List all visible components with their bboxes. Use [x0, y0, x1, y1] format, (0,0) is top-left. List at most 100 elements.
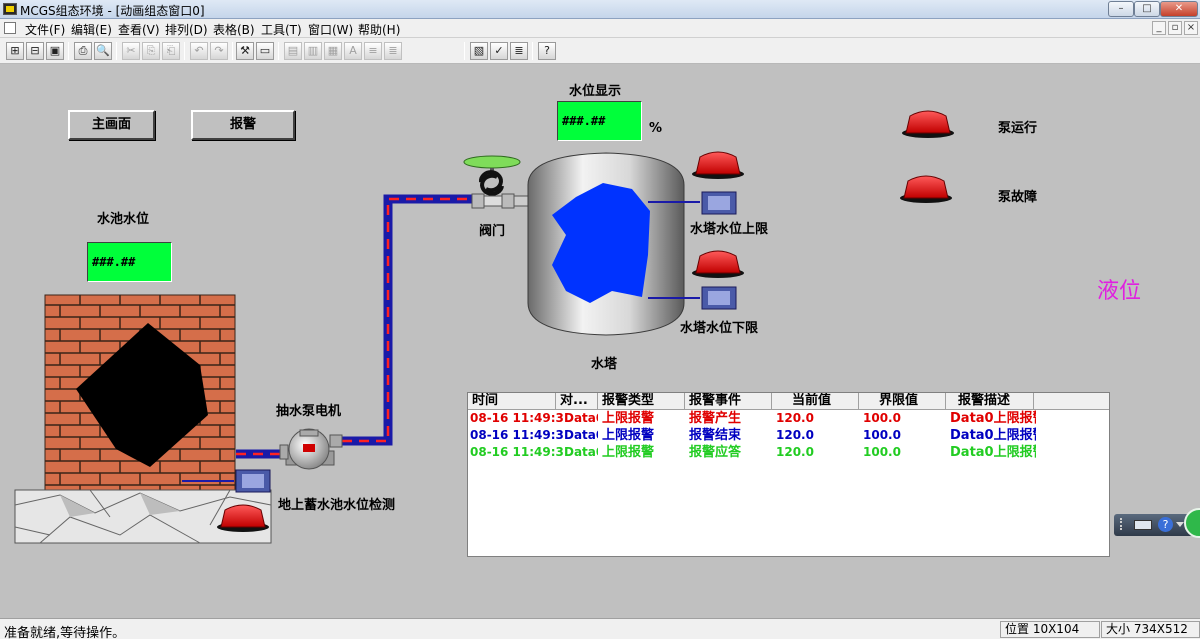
chevron-down-icon[interactable]: [1176, 522, 1184, 527]
alarm-object: Data0: [564, 411, 598, 425]
valve-label: 阀门: [479, 224, 506, 239]
menu-file[interactable]: 文件(F): [25, 21, 65, 38]
upper-limit-label: 水塔水位上限: [690, 222, 769, 237]
menu-window[interactable]: 窗口(W): [308, 21, 353, 38]
toolbar-separator: [184, 42, 185, 60]
undo-icon[interactable]: ↶: [190, 42, 208, 60]
toolbar-separator: [68, 42, 69, 60]
alarm-current: 120.0: [776, 445, 814, 459]
alarm-time: 08-16 11:49:31.: [470, 445, 564, 459]
menu-edit[interactable]: 编辑(E): [71, 21, 112, 38]
col-alarm-type[interactable]: 报警类型: [598, 393, 685, 410]
document-icon[interactable]: [4, 22, 16, 34]
maximize-button[interactable]: □: [1134, 1, 1160, 17]
alarm-time: 08-16 11:49:31.: [470, 411, 564, 425]
design-canvas[interactable]: 主画面 报警 水位显示 ###.## % 水池水位 ###.## 阀门 水塔 水…: [0, 65, 1200, 618]
col-alarm-desc[interactable]: 报警描述: [946, 393, 1034, 410]
alarm-button[interactable]: 报警: [191, 110, 295, 140]
liquid-level-label: 液位: [1097, 279, 1142, 304]
font-icon[interactable]: A: [344, 42, 362, 60]
pump-motor[interactable]: [279, 428, 343, 470]
pump-fault-label: 泵故障: [998, 190, 1038, 205]
line-type-icon[interactable]: ▦: [324, 42, 342, 60]
save-icon[interactable]: ▣: [46, 42, 64, 60]
toolbar: ⊞ ⊟ ▣ ⎙ 🔍 ✂ ⎘ ⎗ ↶ ↷ ⚒ ▭ ▤ ▥ ▦ A ≡ ≣ ▧ ✓ …: [0, 38, 1200, 64]
mcgs-window: MCGS组态环境 - [动画组态窗口0] – □ ✕ 文件(F) 编辑(E) 查…: [0, 0, 1200, 639]
pump-motor-label: 抽水泵电机: [276, 404, 342, 419]
main-screen-button[interactable]: 主画面: [68, 110, 155, 140]
toolbox-icon[interactable]: ⚒: [236, 42, 254, 60]
print-icon[interactable]: ⎙: [74, 42, 92, 60]
toolbar-separator: [232, 42, 233, 60]
pool-level-display: ###.##: [87, 242, 172, 282]
title-bar: MCGS组态环境 - [动画组态窗口0] – □ ✕: [0, 0, 1200, 19]
menu-arrange[interactable]: 排列(D): [165, 21, 208, 38]
water-level-display: ###.##: [557, 101, 642, 141]
help-icon[interactable]: ?: [538, 42, 556, 60]
col-alarm-event[interactable]: 报警事件: [685, 393, 772, 410]
pool-level-label: 水池水位: [97, 212, 150, 227]
minimize-button[interactable]: –: [1108, 1, 1134, 17]
valve[interactable]: [463, 155, 533, 209]
toolbar-separator: [278, 42, 279, 60]
water-tower: [527, 152, 685, 336]
cut-icon[interactable]: ✂: [122, 42, 140, 60]
water-level-display-label: 水位显示: [569, 84, 622, 99]
menu-table[interactable]: 表格(B): [213, 21, 255, 38]
help-circle-icon[interactable]: ?: [1158, 517, 1173, 532]
grip-icon[interactable]: [1120, 518, 1130, 530]
alarm-event: 报警应答: [689, 445, 742, 460]
alarm-row[interactable]: 08-16 11:49:31. Data0 上限报警 报警应答 120.0 10…: [468, 444, 1109, 461]
new-window-icon[interactable]: ⊞: [6, 42, 24, 60]
line-color-icon[interactable]: ▥: [304, 42, 322, 60]
alarm-row[interactable]: 08-16 11:49:31. Data0 上限报警 报警结束 120.0 10…: [468, 427, 1109, 444]
col-limit-value[interactable]: 界限值: [859, 393, 946, 410]
alarm-current: 120.0: [776, 411, 814, 425]
pump-running-label: 泵运行: [998, 121, 1038, 136]
toolbar-separator: [464, 42, 465, 60]
col-time[interactable]: 时间: [468, 393, 556, 410]
floating-input-widget[interactable]: ?: [1114, 508, 1200, 538]
toolbar-separator: [532, 42, 533, 60]
window-property-icon[interactable]: ▭: [256, 42, 274, 60]
alarm-event: 报警产生: [689, 411, 742, 426]
alarm-limit: 100.0: [863, 428, 901, 442]
percent-label: %: [649, 121, 663, 136]
close-button[interactable]: ✕: [1160, 1, 1198, 17]
mdi-minimize-button[interactable]: _: [1152, 21, 1166, 35]
col-object[interactable]: 对...: [556, 393, 598, 410]
mdi-close-button[interactable]: ×: [1184, 21, 1198, 35]
data-object-icon[interactable]: ▧: [470, 42, 488, 60]
menu-help[interactable]: 帮助(H): [358, 21, 400, 38]
alarm-time: 08-16 11:49:31.: [470, 428, 564, 442]
menu-bar: 文件(F) 编辑(E) 查看(V) 排列(D) 表格(B) 工具(T) 窗口(W…: [0, 19, 1200, 38]
align-left-icon[interactable]: ≡: [364, 42, 382, 60]
alarm-desc: Data0上限报警: [950, 428, 1036, 443]
fill-color-icon[interactable]: ▤: [284, 42, 302, 60]
redo-icon[interactable]: ↷: [210, 42, 228, 60]
alarm-table-header: 时间 对... 报警类型 报警事件 当前值 界限值 报警描述: [468, 393, 1109, 410]
alarm-row[interactable]: 08-16 11:49:31. Data0 上限报警 报警产生 120.0 10…: [468, 410, 1109, 427]
print-preview-icon[interactable]: 🔍: [94, 42, 112, 60]
menu-view[interactable]: 查看(V): [118, 21, 160, 38]
pump-running-lamp: [902, 110, 954, 138]
alarm-table[interactable]: 时间 对... 报警类型 报警事件 当前值 界限值 报警描述 08-16 11:…: [467, 392, 1110, 557]
col-current-value[interactable]: 当前值: [772, 393, 859, 410]
mdi-restore-button[interactable]: ▫: [1168, 21, 1182, 35]
status-bar: 准备就绪,等待操作。 位置 10X104 大小 734X512: [0, 618, 1200, 639]
app-icon: [3, 3, 17, 15]
align-right-icon[interactable]: ≣: [384, 42, 402, 60]
list-icon[interactable]: ≣: [510, 42, 528, 60]
check-icon[interactable]: ✓: [490, 42, 508, 60]
open-icon[interactable]: ⊟: [26, 42, 44, 60]
status-position: 位置 10X104: [1000, 621, 1100, 638]
alarm-object: Data0: [564, 445, 598, 459]
lower-limit-lamp: [692, 250, 744, 278]
alarm-desc: Data0上限报警: [950, 411, 1036, 426]
alarm-desc: Data0上限报警: [950, 445, 1036, 460]
status-message: 准备就绪,等待操作。: [4, 626, 126, 639]
menu-tools[interactable]: 工具(T): [261, 21, 302, 38]
copy-icon[interactable]: ⎘: [142, 42, 160, 60]
keyboard-icon[interactable]: [1134, 520, 1152, 530]
paste-icon[interactable]: ⎗: [162, 42, 180, 60]
